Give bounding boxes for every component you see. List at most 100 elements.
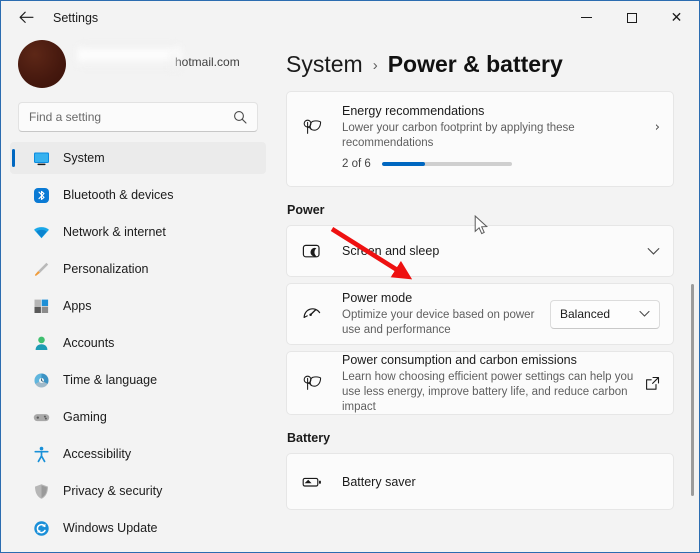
speedometer-icon	[300, 302, 324, 326]
bluetooth-icon	[32, 186, 50, 204]
power-consumption-card[interactable]: Power consumption and carbon emissions L…	[286, 351, 674, 415]
energy-recommendations-text: Energy recommendations Lower your carbon…	[342, 103, 645, 151]
avatar	[18, 40, 66, 88]
sidebar: hotmail.com Sys	[2, 34, 274, 551]
chevron-down-icon	[639, 310, 650, 318]
energy-recommendations-action[interactable]: ›	[655, 121, 660, 134]
search-box[interactable]	[18, 102, 258, 132]
leaf-icon	[300, 371, 324, 395]
sidebar-item-accounts[interactable]: Accounts	[10, 327, 266, 359]
screen-and-sleep-expander[interactable]	[647, 247, 660, 256]
sidebar-item-label: Time & language	[63, 373, 157, 387]
power-section-heading: Power	[287, 203, 698, 217]
search-input[interactable]	[19, 110, 233, 124]
maximize-icon	[627, 13, 637, 23]
breadcrumb-parent[interactable]: System	[286, 51, 363, 78]
energy-progress-label: 2 of 6	[342, 158, 371, 170]
sidebar-item-network-internet[interactable]: Network & internet	[10, 216, 266, 248]
screen-and-sleep-card[interactable]: Screen and sleep	[286, 225, 674, 277]
content-scrollbar[interactable]	[691, 284, 694, 496]
screen-sleep-icon	[300, 239, 324, 263]
chevron-right-icon: ›	[655, 121, 660, 134]
sidebar-item-windows-update[interactable]: Windows Update	[10, 512, 266, 544]
sidebar-item-accessibility[interactable]: Accessibility	[10, 438, 266, 470]
battery-saver-card[interactable]: Battery saver	[286, 453, 674, 510]
screen-and-sleep-row: Screen and sleep	[287, 226, 673, 276]
battery-section-heading: Battery	[287, 431, 698, 445]
power-mode-dropdown[interactable]: Balanced	[550, 300, 660, 329]
sidebar-item-label: Gaming	[63, 410, 107, 424]
power-mode-text: Power mode Optimize your device based on…	[342, 290, 540, 338]
close-icon: ✕	[671, 11, 683, 25]
sidebar-item-apps[interactable]: Apps	[10, 290, 266, 322]
energy-progress-track	[382, 162, 512, 166]
close-button[interactable]: ✕	[654, 1, 699, 34]
sidebar-item-label: Network & internet	[63, 225, 166, 239]
sidebar-item-gaming[interactable]: Gaming	[10, 401, 266, 433]
breadcrumb: System › Power & battery	[274, 34, 698, 78]
screen-and-sleep-text: Screen and sleep	[342, 243, 637, 259]
chevron-down-icon	[647, 247, 660, 256]
power-consumption-action[interactable]	[645, 376, 660, 391]
sidebar-item-privacy-security[interactable]: Privacy & security	[10, 475, 266, 507]
battery-saver-text: Battery saver	[342, 474, 660, 490]
energy-progress-fill	[382, 162, 425, 166]
screen-and-sleep-title: Screen and sleep	[342, 243, 637, 259]
minimize-icon	[581, 17, 592, 18]
sidebar-item-system[interactable]: System	[10, 142, 266, 174]
breadcrumb-separator-icon: ›	[373, 57, 378, 74]
content-pane: System › Power & battery Energy recommen…	[274, 34, 698, 551]
account-text: hotmail.com	[77, 41, 274, 87]
power-consumption-row: Power consumption and carbon emissions L…	[287, 352, 673, 414]
refresh-icon	[32, 519, 50, 537]
battery-icon	[300, 470, 324, 494]
power-mode-title: Power mode	[342, 290, 540, 306]
energy-recommendations-row: Energy recommendations Lower your carbon…	[287, 92, 673, 162]
settings-window: Settings ✕ hotmail.com	[0, 0, 700, 553]
sidebar-nav: System Bluetooth & devices	[2, 142, 274, 544]
window-title: Settings	[53, 11, 98, 25]
account-email: hotmail.com	[175, 55, 240, 69]
sidebar-item-label: System	[63, 151, 105, 165]
sidebar-item-label: Personalization	[63, 262, 148, 276]
paintbrush-icon	[32, 260, 50, 278]
search-icon	[233, 110, 247, 124]
power-consumption-title: Power consumption and carbon emissions	[342, 352, 635, 368]
maximize-button[interactable]	[609, 1, 654, 34]
sidebar-item-label: Privacy & security	[63, 484, 162, 498]
clock-globe-icon	[32, 371, 50, 389]
sidebar-item-bluetooth-devices[interactable]: Bluetooth & devices	[10, 179, 266, 211]
back-button[interactable]	[9, 3, 43, 33]
sidebar-item-label: Accessibility	[63, 447, 131, 461]
sidebar-item-time-language[interactable]: Time & language	[10, 364, 266, 396]
sidebar-item-personalization[interactable]: Personalization	[10, 253, 266, 285]
accessibility-icon	[32, 445, 50, 463]
power-mode-card[interactable]: Power mode Optimize your device based on…	[286, 283, 674, 345]
gamepad-icon	[32, 408, 50, 426]
power-mode-subtitle: Optimize your device based on power use …	[342, 308, 540, 338]
leaf-icon	[300, 115, 324, 139]
power-consumption-subtitle: Learn how choosing efficient power setti…	[342, 370, 635, 415]
arrow-left-icon	[19, 11, 34, 24]
monitor-icon	[32, 149, 50, 167]
sidebar-item-label: Bluetooth & devices	[63, 188, 174, 202]
window-controls: ✕	[564, 1, 699, 34]
battery-saver-title: Battery saver	[342, 474, 660, 490]
energy-recommendations-title: Energy recommendations	[342, 103, 645, 119]
energy-recommendations-card[interactable]: Energy recommendations Lower your carbon…	[286, 91, 674, 187]
shield-icon	[32, 482, 50, 500]
page-title: Power & battery	[388, 51, 563, 78]
apps-icon	[32, 297, 50, 315]
minimize-button[interactable]	[564, 1, 609, 34]
sidebar-item-label: Apps	[63, 299, 92, 313]
account-name-blur-overlay	[77, 44, 182, 68]
wifi-icon	[32, 223, 50, 241]
sidebar-item-label: Accounts	[63, 336, 114, 350]
energy-progress: 2 of 6	[287, 158, 673, 180]
energy-recommendations-subtitle: Lower your carbon footprint by applying …	[342, 121, 645, 151]
power-consumption-text: Power consumption and carbon emissions L…	[342, 352, 635, 415]
account-header[interactable]: hotmail.com	[2, 34, 274, 92]
power-mode-control: Balanced	[550, 300, 660, 329]
title-bar: Settings ✕	[1, 1, 699, 34]
external-link-icon	[645, 376, 660, 391]
